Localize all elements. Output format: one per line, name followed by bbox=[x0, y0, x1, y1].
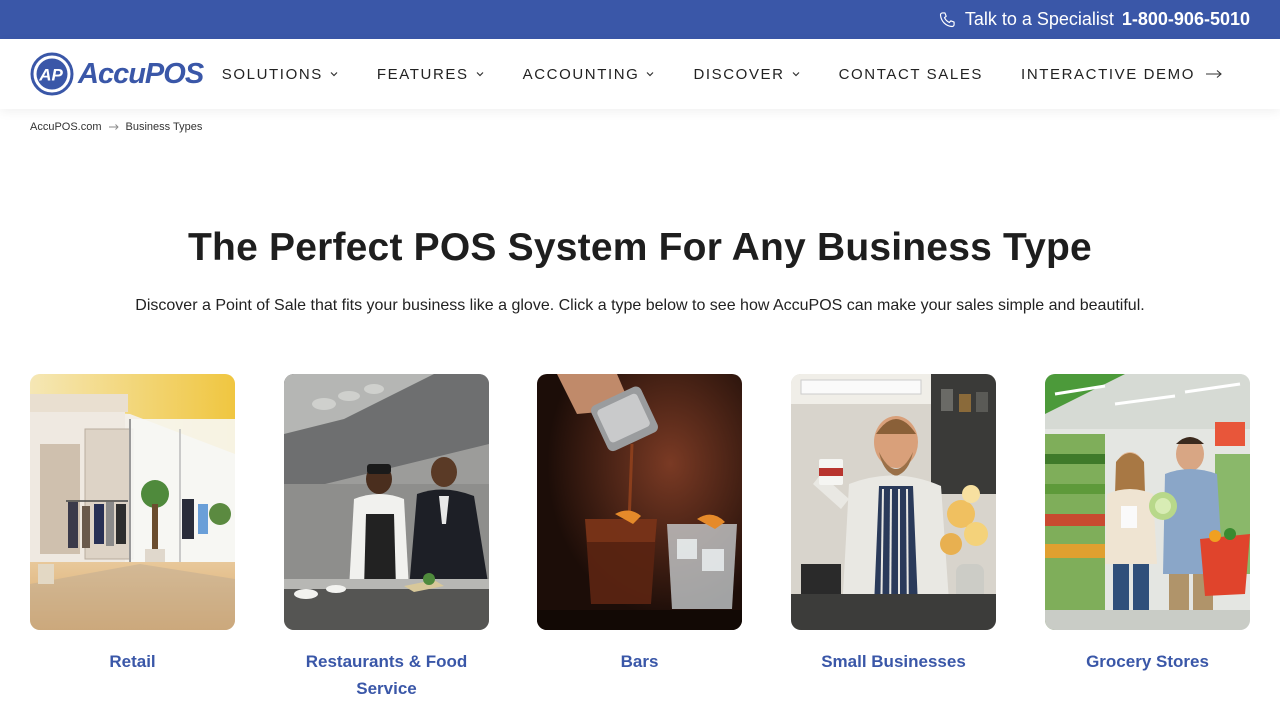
phone-prefix: Talk to a Specialist bbox=[964, 9, 1114, 29]
nav-discover-label: DISCOVER bbox=[693, 65, 785, 83]
chevron-down-icon bbox=[792, 72, 800, 77]
top-utility-bar: Talk to a Specialist 1-800-906-5010 bbox=[0, 0, 1280, 39]
phone-icon bbox=[939, 11, 955, 27]
business-card-grocery-stores[interactable]: Grocery Stores bbox=[1045, 374, 1250, 675]
arrow-right-icon bbox=[1206, 70, 1222, 78]
business-card-label[interactable]: Restaurants & Food Service bbox=[284, 648, 489, 702]
chevron-down-icon bbox=[330, 72, 338, 77]
logo-mark-icon: AP bbox=[30, 52, 74, 96]
small-business-photo bbox=[791, 374, 996, 630]
nav-accounting-label: ACCOUNTING bbox=[522, 65, 640, 83]
business-card-label[interactable]: Small Businesses bbox=[791, 648, 996, 675]
page-description: Discover a Point of Sale that fits your … bbox=[135, 297, 1145, 314]
logo-mark-letters: AP bbox=[38, 66, 63, 85]
nav-accounting[interactable]: ACCOUNTING bbox=[504, 66, 675, 83]
nav-discover[interactable]: DISCOVER bbox=[674, 66, 819, 83]
logo-wordmark: AccuPOS bbox=[78, 57, 204, 90]
nav-contact-sales[interactable]: CONTACT SALES bbox=[820, 66, 1002, 83]
business-card-bars[interactable]: Bars bbox=[537, 374, 742, 675]
nav-contact-sales-label: CONTACT SALES bbox=[838, 65, 984, 83]
business-card-restaurants[interactable]: Restaurants & Food Service bbox=[284, 374, 489, 702]
primary-menu: SOLUTIONS FEATURES ACCOUNTING DISCOVER C… bbox=[203, 39, 1242, 109]
restaurant-kitchen-photo bbox=[284, 374, 489, 630]
nav-solutions[interactable]: SOLUTIONS bbox=[203, 66, 358, 83]
nav-features[interactable]: FEATURES bbox=[358, 66, 504, 83]
grocery-store-photo bbox=[1045, 374, 1250, 630]
business-card-label[interactable]: Bars bbox=[537, 648, 742, 675]
page-title: The Perfect POS System For Any Business … bbox=[188, 226, 1092, 269]
business-card-label[interactable]: Retail bbox=[30, 648, 235, 675]
nav-features-label: FEATURES bbox=[376, 65, 469, 83]
nav-interactive-demo-label: INTERACTIVE DEMO bbox=[1021, 65, 1195, 83]
chevron-down-icon bbox=[476, 72, 484, 77]
retail-store-photo bbox=[30, 374, 235, 630]
specialist-phone-link[interactable]: Talk to a Specialist 1-800-906-5010 bbox=[937, 0, 1250, 39]
breadcrumb-home-link[interactable]: AccuPOS.com bbox=[30, 121, 102, 133]
accupos-logo[interactable]: AP AccuPOS bbox=[30, 51, 204, 97]
bar-cocktail-photo bbox=[537, 374, 742, 630]
breadcrumb-current: Business Types bbox=[125, 121, 203, 133]
breadcrumb-arrow-icon bbox=[108, 124, 119, 130]
nav-interactive-demo[interactable]: INTERACTIVE DEMO bbox=[1002, 66, 1242, 83]
main-navbar: AP AccuPOS SOLUTIONS FEATURES ACCOUNTING… bbox=[0, 39, 1280, 109]
nav-solutions-label: SOLUTIONS bbox=[221, 65, 323, 83]
business-card-label[interactable]: Grocery Stores bbox=[1045, 648, 1250, 675]
business-card-retail[interactable]: Retail bbox=[30, 374, 235, 675]
chevron-down-icon bbox=[647, 72, 654, 77]
breadcrumb: AccuPOS.com Business Types bbox=[30, 121, 202, 133]
phone-number: 1-800-906-5010 bbox=[1121, 9, 1250, 29]
business-card-small-businesses[interactable]: Small Businesses bbox=[791, 374, 996, 675]
